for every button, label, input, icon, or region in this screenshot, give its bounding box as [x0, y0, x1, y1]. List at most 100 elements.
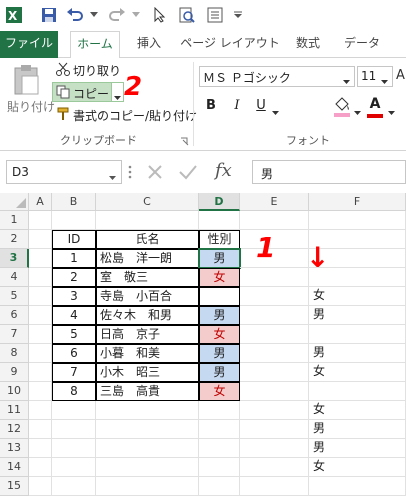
cell-c12[interactable] [96, 420, 199, 439]
copy-button[interactable]: コピー [52, 82, 112, 102]
cell-d1[interactable] [199, 211, 240, 230]
cell-c1[interactable] [96, 211, 199, 230]
tab-insert[interactable]: 挿入 [128, 31, 170, 58]
cell-e7[interactable] [240, 325, 309, 344]
cell-f10[interactable] [309, 382, 406, 401]
cell-f13[interactable]: 男 [309, 439, 406, 458]
name-box[interactable]: D3 [6, 160, 122, 184]
cell-a7[interactable] [29, 325, 52, 344]
cell-e9[interactable] [240, 363, 309, 382]
cell-c11[interactable] [96, 401, 199, 420]
tab-formulas[interactable]: 数式 [288, 31, 328, 58]
cell-a6[interactable] [29, 306, 52, 325]
more-options-icon[interactable] [128, 165, 132, 182]
cell-e15[interactable] [240, 477, 309, 496]
cell-c9[interactable]: 小木 昭三 [96, 363, 199, 382]
cell-b3[interactable]: 1 [52, 249, 96, 268]
cell-b14[interactable] [52, 458, 96, 477]
row-header[interactable]: 13 [0, 439, 29, 458]
column-header-a[interactable]: A [29, 193, 52, 211]
row-header[interactable]: 4 [0, 268, 29, 287]
cell-d4[interactable]: 女 [199, 268, 240, 287]
cell-b2[interactable]: ID [52, 230, 96, 249]
cell-c14[interactable] [96, 458, 199, 477]
tab-data[interactable]: データ [338, 31, 386, 58]
cell-e5[interactable] [240, 287, 309, 306]
cell-f9[interactable]: 女 [309, 363, 406, 382]
cell-d15[interactable] [199, 477, 240, 496]
column-header-e[interactable]: E [240, 193, 309, 211]
insert-function-icon[interactable]: fx [215, 160, 245, 184]
cut-button[interactable]: 切り取り [56, 61, 122, 79]
chevron-down-icon[interactable] [272, 105, 279, 119]
cell-a15[interactable] [29, 477, 52, 496]
chevron-down-icon[interactable] [388, 105, 395, 119]
cell-d2[interactable]: 性別 [199, 230, 240, 249]
cell-d14[interactable] [199, 458, 240, 477]
cell-c8[interactable]: 小暮 和美 [96, 344, 199, 363]
cell-e12[interactable] [240, 420, 309, 439]
cell-e14[interactable] [240, 458, 309, 477]
cell-f5[interactable]: 女 [309, 287, 406, 306]
column-header-d[interactable]: D [199, 193, 240, 211]
cancel-icon[interactable] [146, 163, 164, 184]
cell-f7[interactable] [309, 325, 406, 344]
cell-c15[interactable] [96, 477, 199, 496]
cell-b6[interactable]: 4 [52, 306, 96, 325]
cell-b7[interactable]: 5 [52, 325, 96, 344]
cell-f14[interactable]: 女 [309, 458, 406, 477]
form-icon[interactable] [204, 5, 226, 25]
chevron-down-icon[interactable] [88, 5, 100, 25]
redo-icon[interactable] [106, 5, 128, 25]
row-header[interactable]: 8 [0, 344, 29, 363]
cell-a3[interactable] [29, 249, 52, 268]
cell-c6[interactable]: 佐々木 和男 [96, 306, 199, 325]
cell-f6[interactable]: 男 [309, 306, 406, 325]
tab-file[interactable]: ファイル [0, 31, 58, 58]
fill-color-icon[interactable] [333, 96, 351, 121]
row-header[interactable]: 2 [0, 230, 29, 249]
chevron-down-icon[interactable] [130, 5, 142, 25]
font-name-select[interactable]: ＭＳ Ｐゴシック [199, 66, 355, 87]
select-icon[interactable] [150, 5, 170, 25]
customize-qat-icon[interactable] [230, 5, 246, 25]
dialog-launcher-icon[interactable] [180, 135, 189, 149]
cell-a1[interactable] [29, 211, 52, 230]
cell-b13[interactable] [52, 439, 96, 458]
cell-e6[interactable] [240, 306, 309, 325]
row-header[interactable]: 3 [0, 249, 29, 268]
row-header[interactable]: 15 [0, 477, 29, 496]
row-header[interactable]: 9 [0, 363, 29, 382]
cell-b10[interactable]: 8 [52, 382, 96, 401]
cell-c3[interactable]: 松島 洋一朗 [96, 249, 199, 268]
cell-b9[interactable]: 7 [52, 363, 96, 382]
formula-input[interactable]: 男 [252, 160, 406, 184]
font-color-icon[interactable]: A [366, 96, 384, 118]
cell-a4[interactable] [29, 268, 52, 287]
cell-d9[interactable]: 男 [199, 363, 240, 382]
cell-d6[interactable]: 男 [199, 306, 240, 325]
cell-a12[interactable] [29, 420, 52, 439]
cell-f15[interactable] [309, 477, 406, 496]
cell-e4[interactable] [240, 268, 309, 287]
cell-f11[interactable]: 女 [309, 401, 406, 420]
format-painter-button[interactable]: 書式のコピー/貼り付け [56, 106, 197, 124]
cell-d10[interactable]: 女 [199, 382, 240, 401]
row-header[interactable]: 11 [0, 401, 29, 420]
paste-button[interactable]: 貼り付け [6, 62, 55, 128]
cell-a8[interactable] [29, 344, 52, 363]
cell-e10[interactable] [240, 382, 309, 401]
cell-b8[interactable]: 6 [52, 344, 96, 363]
column-header-b[interactable]: B [52, 193, 96, 211]
chevron-down-icon[interactable] [354, 105, 361, 119]
cell-d8[interactable]: 男 [199, 344, 240, 363]
copy-dropdown-button[interactable] [112, 82, 124, 102]
cell-b5[interactable]: 3 [52, 287, 96, 306]
cell-c5[interactable]: 寺島 小百合 [96, 287, 199, 306]
undo-icon[interactable] [64, 5, 86, 25]
cell-b11[interactable] [52, 401, 96, 420]
cell-f8[interactable]: 男 [309, 344, 406, 363]
cell-b12[interactable] [52, 420, 96, 439]
cell-a9[interactable] [29, 363, 52, 382]
enter-icon[interactable] [178, 163, 198, 184]
